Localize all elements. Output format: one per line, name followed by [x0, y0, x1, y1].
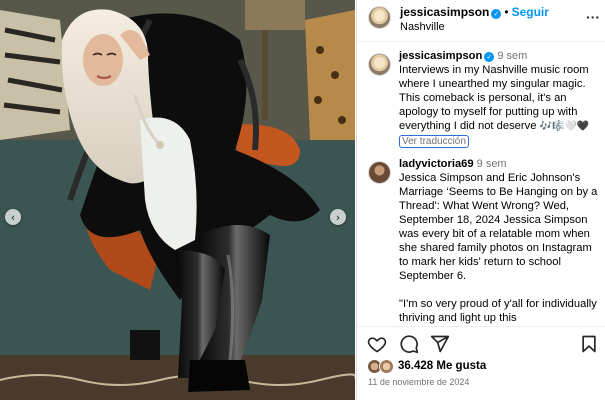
comment-time[interactable]: 9 sem	[477, 158, 507, 170]
post-header: jessicasimpson ✓ • Seguir Nashville ···	[357, 0, 605, 42]
comment-text-continued: "I'm so very proud of y'all for individu…	[399, 298, 597, 324]
chevron-left-icon: ‹	[10, 210, 16, 224]
liker-avatar[interactable]	[379, 359, 394, 374]
chevron-right-icon: ›	[335, 210, 341, 224]
comment-username[interactable]: ladyvictoria69	[399, 158, 474, 170]
previous-photo-button[interactable]: ‹	[5, 209, 21, 225]
comments-list[interactable]: jessicasimpson ✓ 9 sem Interviews in my Na…	[357, 43, 605, 325]
post-date[interactable]: 11 de noviembre de 2024	[368, 377, 469, 387]
comment-icon[interactable]	[399, 334, 419, 354]
post-side-panel: jessicasimpson ✓ • Seguir Nashville ··· jes…	[356, 0, 605, 400]
avatar[interactable]	[368, 161, 391, 184]
caption-time[interactable]: 9 sem	[497, 50, 527, 62]
verified-badge-icon: ✓	[484, 52, 495, 62]
separator-dot: •	[504, 5, 509, 19]
comment-text: Jessica Simpson and Eric Johnson's Marri…	[399, 172, 598, 282]
avatar[interactable]	[368, 6, 391, 29]
caption-body: jessicasimpson ✓ 9 sem Interviews in my Na…	[399, 49, 604, 148]
see-translation-button[interactable]: Ver traducción	[399, 135, 469, 148]
avatar[interactable]	[368, 53, 391, 76]
caption-emojis: 🎶🎼🤍🖤	[539, 121, 590, 132]
next-photo-button[interactable]: ›	[330, 209, 346, 225]
share-icon[interactable]	[430, 334, 450, 354]
likes-count[interactable]: 36.428 Me gusta	[398, 360, 486, 372]
post-photo[interactable]: ‹ ›	[0, 0, 355, 400]
location-link[interactable]: Nashville	[400, 21, 445, 33]
more-horizontal-icon[interactable]: ···	[586, 9, 600, 25]
header-username[interactable]: jessicasimpson	[400, 5, 489, 19]
verified-badge-icon: ✓	[491, 9, 502, 19]
header-user-line: jessicasimpson ✓ • Seguir	[400, 5, 549, 19]
caption-username[interactable]: jessicasimpson	[399, 50, 482, 62]
comment-body: ladyvictoria69 9 sem Jessica Simpson and …	[399, 157, 604, 325]
heart-icon[interactable]	[367, 334, 387, 354]
follow-button[interactable]: Seguir	[512, 5, 549, 19]
photo-illustration	[0, 0, 355, 400]
bookmark-icon[interactable]	[579, 334, 599, 354]
